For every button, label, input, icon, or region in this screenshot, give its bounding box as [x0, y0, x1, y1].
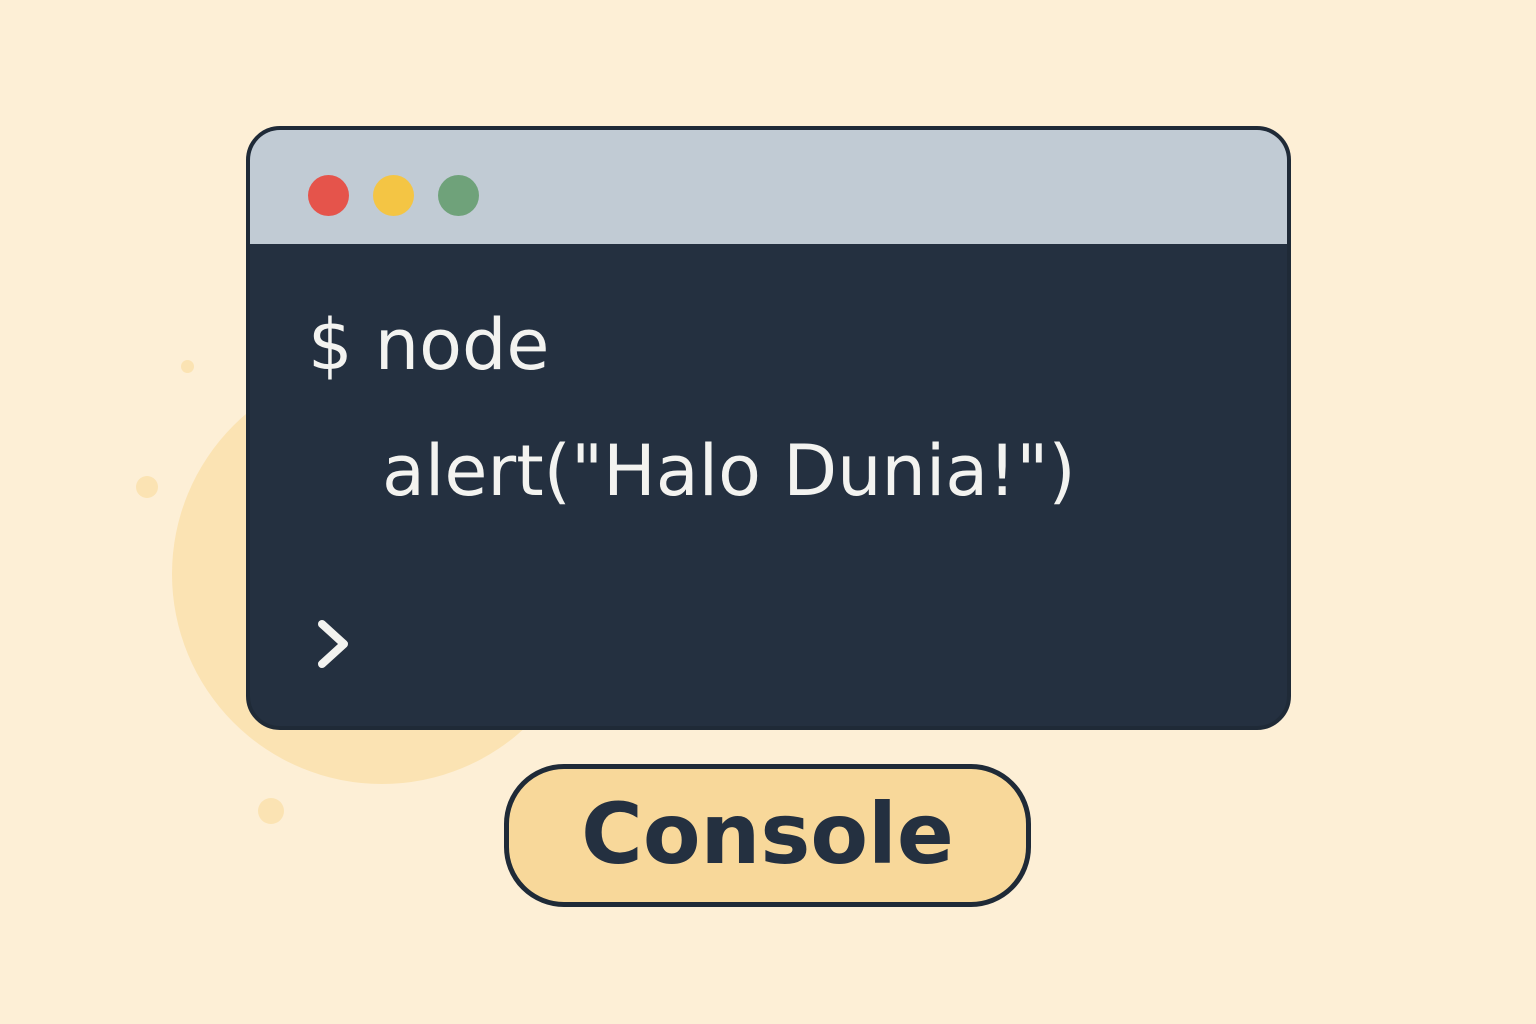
terminal-code-line: alert("Halo Dunia!") [382, 430, 1076, 512]
terminal-window: $ node alert("Halo Dunia!") [246, 126, 1291, 730]
close-dot-icon[interactable] [308, 175, 349, 216]
terminal-titlebar [250, 130, 1287, 244]
maximize-dot-icon[interactable] [438, 175, 479, 216]
console-label: Console [581, 784, 954, 883]
decorative-dot [136, 476, 158, 498]
console-badge: Console [504, 764, 1031, 907]
decorative-dot [181, 360, 194, 373]
decorative-dot [258, 798, 284, 824]
illustration-canvas: $ node alert("Halo Dunia!") Console [0, 0, 1536, 1024]
minimize-dot-icon[interactable] [373, 175, 414, 216]
terminal-command-line: $ node [308, 304, 550, 386]
chevron-right-icon [318, 620, 348, 668]
